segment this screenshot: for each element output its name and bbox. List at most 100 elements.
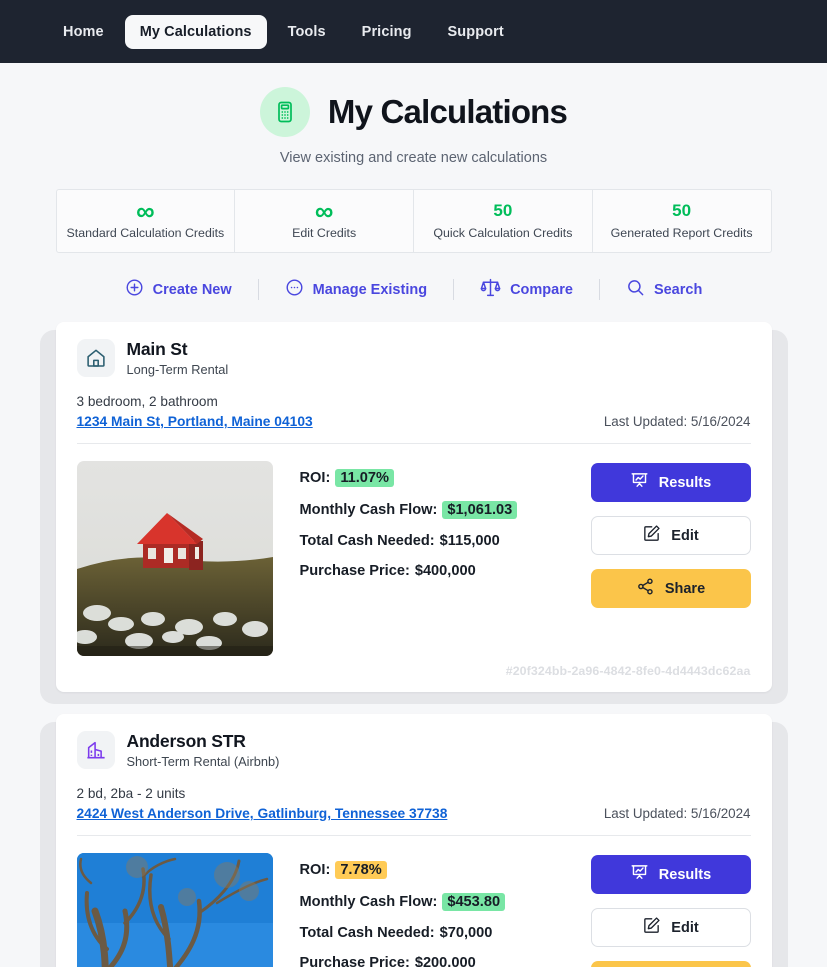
credit-generated-report: 50 Generated Report Credits (593, 190, 771, 252)
credit-standard-calculation: ∞ Standard Calculation Credits (57, 190, 236, 252)
nav-item-my-calculations[interactable]: My Calculations (124, 14, 267, 49)
card-title-block: Anderson STR Short-Term Rental (Airbnb) (127, 731, 280, 769)
nav-item-home[interactable]: Home (48, 15, 119, 49)
share-button[interactable]: Share (590, 569, 751, 608)
metric-roi-label: ROI: (299, 862, 331, 878)
property-name: Main St (126, 339, 188, 359)
last-updated: Last Updated: 5/16/2024 (603, 806, 751, 821)
presentation-chart-icon (630, 863, 649, 886)
property-type: Short-Term Rental (Airbnb) (126, 754, 280, 769)
house-icon (76, 339, 115, 377)
pencil-square-icon (642, 916, 661, 939)
metric-cash-flow-label: Monthly Cash Flow: (299, 894, 438, 910)
metric-roi: ROI: 11.07% (300, 469, 564, 487)
last-updated: Last Updated: 5/16/2024 (603, 414, 751, 429)
property-thumbnail-tree-roof (76, 853, 273, 967)
metric-cash-flow-value: $1,061.03 (442, 501, 518, 519)
card-meta-row: 1234 Main St, Portland, Maine 04103 Last… (77, 414, 751, 429)
credit-label: Quick Calculation Credits (433, 226, 573, 240)
credit-label: Standard Calculation Credits (66, 226, 225, 240)
metric-cash-needed-value: $115,000 (439, 533, 500, 549)
credit-value: 50 (493, 201, 513, 220)
edit-button[interactable]: Edit (590, 908, 751, 947)
metric-purchase-price-value: $400,000 (414, 563, 476, 579)
metric-cash-flow: Monthly Cash Flow: $1,061.03 (300, 501, 564, 519)
metric-cash-needed: Total Cash Needed: $70,000 (300, 925, 564, 941)
page-subtitle: View existing and create new calculation… (279, 150, 548, 166)
metric-purchase-price-label: Purchase Price: (299, 563, 410, 579)
card-meta-row: 2424 West Anderson Drive, Gatlinburg, Te… (77, 806, 751, 821)
calculation-id: #20f324bb-2a96-4842-8fe0-4d4443dc62aa (505, 664, 751, 678)
results-label: Results (658, 866, 712, 883)
credit-edit: ∞ Edit Credits (235, 190, 414, 252)
metric-cash-flow-label: Monthly Cash Flow: (299, 502, 438, 518)
property-address-link[interactable]: 1234 Main St, Portland, Maine 04103 (77, 414, 313, 429)
nav-item-pricing[interactable]: Pricing (347, 15, 427, 49)
share-label: Share (664, 580, 706, 597)
action-toolbar: Create New Manage Existing Compare Searc… (0, 273, 827, 306)
credit-label: Edit Credits (292, 226, 357, 240)
metric-purchase-price: Purchase Price: $200,000 (300, 955, 564, 967)
card-metrics: ROI: 11.07% Monthly Cash Flow: $1,061.03… (300, 461, 564, 579)
manage-existing-label: Manage Existing (312, 281, 428, 298)
presentation-chart-icon (630, 471, 649, 494)
property-thumbnail-red-house (76, 461, 273, 656)
property-address-link[interactable]: 2424 West Anderson Drive, Gatlinburg, Te… (77, 806, 448, 821)
edit-button[interactable]: Edit (590, 516, 751, 555)
metric-purchase-price-label: Purchase Price: (299, 955, 410, 967)
credit-value: 50 (672, 201, 692, 220)
search-icon (626, 278, 645, 301)
title-row: My Calculations (0, 87, 827, 137)
card-meta: 3 bedroom, 2 bathroom 1234 Main St, Port… (77, 394, 751, 429)
plus-circle-icon (125, 278, 144, 301)
metric-cash-flow-value: $453.80 (442, 893, 506, 911)
results-label: Results (658, 474, 712, 491)
metric-cash-flow: Monthly Cash Flow: $453.80 (300, 893, 564, 911)
calculation-card: Anderson STR Short-Term Rental (Airbnb) … (39, 714, 788, 967)
edit-label: Edit (671, 527, 699, 544)
metric-purchase-price-value: $200,000 (414, 955, 476, 967)
calculator-icon (259, 87, 310, 137)
building-chart-icon (76, 731, 115, 769)
edit-label: Edit (671, 919, 699, 936)
metric-roi: ROI: 7.78% (300, 861, 564, 879)
ellipsis-circle-icon (285, 278, 304, 301)
property-name: Anderson STR (126, 731, 246, 751)
share-nodes-icon (636, 577, 655, 600)
credit-quick-calculation: 50 Quick Calculation Credits (414, 190, 593, 252)
manage-existing-button[interactable]: Manage Existing (259, 274, 453, 305)
results-button[interactable]: Results (590, 463, 751, 502)
search-button[interactable]: Search (600, 274, 728, 305)
pencil-square-icon (642, 524, 661, 547)
calculations-list: Main St Long-Term Rental 3 bedroom, 2 ba… (0, 322, 827, 967)
property-type: Long-Term Rental (126, 362, 229, 377)
create-new-label: Create New (152, 281, 232, 298)
results-button[interactable]: Results (590, 855, 751, 894)
calculation-card-main-st[interactable]: Main St Long-Term Rental 3 bedroom, 2 ba… (55, 322, 772, 692)
property-specs: 2 bd, 2ba - 2 units (76, 786, 186, 801)
calculation-card: Main St Long-Term Rental 3 bedroom, 2 ba… (39, 322, 788, 704)
metric-roi-label: ROI: (299, 470, 331, 486)
metric-cash-needed-label: Total Cash Needed: (299, 533, 435, 549)
scales-icon (480, 277, 501, 302)
property-specs: 3 bedroom, 2 bathroom (76, 394, 218, 409)
create-new-button[interactable]: Create New (99, 274, 258, 305)
credit-value: ∞ (314, 196, 334, 226)
card-header: Anderson STR Short-Term Rental (Airbnb) (76, 731, 751, 769)
card-meta: 2 bd, 2ba - 2 units 2424 West Anderson D… (77, 786, 751, 821)
nav-item-support[interactable]: Support (433, 15, 519, 49)
metric-roi-value: 11.07% (335, 469, 395, 487)
share-button[interactable]: Share (590, 961, 751, 967)
card-header: Main St Long-Term Rental (76, 339, 751, 377)
metric-cash-needed-label: Total Cash Needed: (299, 925, 435, 941)
credit-value: ∞ (136, 196, 155, 226)
compare-button[interactable]: Compare (454, 273, 599, 306)
nav-item-tools[interactable]: Tools (273, 15, 341, 49)
main-navbar: Home My Calculations Tools Pricing Suppo… (0, 0, 827, 63)
card-actions: Results Edit (590, 461, 751, 608)
calculation-card-anderson-str[interactable]: Anderson STR Short-Term Rental (Airbnb) … (55, 714, 772, 967)
card-actions: Results Edit (590, 853, 751, 967)
card-body: ROI: 7.78% Monthly Cash Flow: $453.80 To… (76, 836, 751, 967)
search-label: Search (653, 281, 703, 298)
credit-label: Generated Report Credits (610, 226, 753, 240)
